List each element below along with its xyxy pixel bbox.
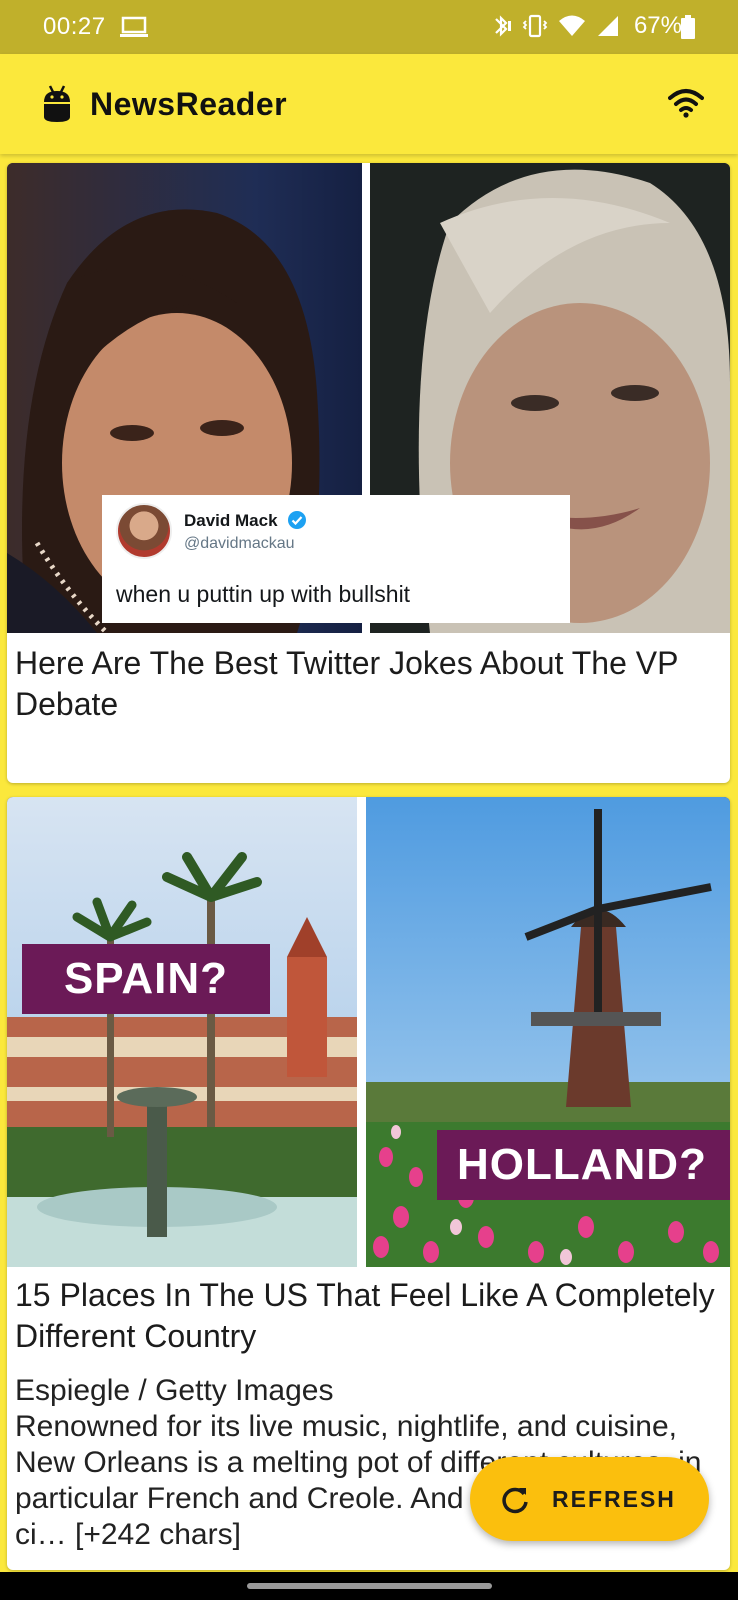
verified-badge-icon xyxy=(288,511,306,529)
app-bar: NewsReader xyxy=(0,54,738,154)
tweet-text: when u puttin up with bullshit xyxy=(116,581,411,607)
status-icons: 67% xyxy=(490,12,682,40)
android-logo-icon xyxy=(44,85,70,122)
article-image: SPAIN? HOLLAND? xyxy=(7,797,730,1267)
home-gesture-handle[interactable] xyxy=(247,1583,492,1589)
article-image: David Mack @davidmackau when u puttin up… xyxy=(7,163,730,633)
refresh-icon xyxy=(502,1487,528,1514)
image-divider xyxy=(357,797,366,1267)
navigation-bar xyxy=(0,1572,738,1600)
battery-icon xyxy=(681,15,695,39)
label-holland: HOLLAND? xyxy=(437,1130,730,1200)
bluetooth-icon xyxy=(495,15,511,37)
wifi-icon[interactable] xyxy=(668,88,704,118)
battery-percent: 67% xyxy=(633,12,682,39)
article-title[interactable]: 15 Places In The US That Feel Like A Com… xyxy=(15,1275,715,1357)
refresh-label: REFRESH xyxy=(552,1486,676,1512)
avatar xyxy=(116,503,172,559)
vibrate-icon xyxy=(522,14,548,38)
wifi-status-icon xyxy=(558,15,585,36)
refresh-button[interactable]: REFRESH xyxy=(470,1457,709,1541)
tweet-name: David Mack xyxy=(184,511,278,530)
article-title[interactable]: Here Are The Best Twitter Jokes About Th… xyxy=(15,643,715,725)
laptop-icon xyxy=(120,16,148,37)
tweet-embed: David Mack @davidmackau when u puttin up… xyxy=(102,495,570,623)
photo-spain xyxy=(7,797,357,1267)
status-bar: 00:27 67% xyxy=(0,0,738,54)
article-card[interactable]: SPAIN? HOLLAND? 15 Places In The US That… xyxy=(7,797,730,1570)
tweet-handle: @davidmackau xyxy=(184,535,295,552)
status-time: 00:27 xyxy=(43,13,106,40)
article-card[interactable]: David Mack @davidmackau when u puttin up… xyxy=(7,163,730,783)
app-title: NewsReader xyxy=(90,86,288,122)
label-spain: SPAIN? xyxy=(22,944,270,1014)
signal-icon xyxy=(597,16,618,36)
